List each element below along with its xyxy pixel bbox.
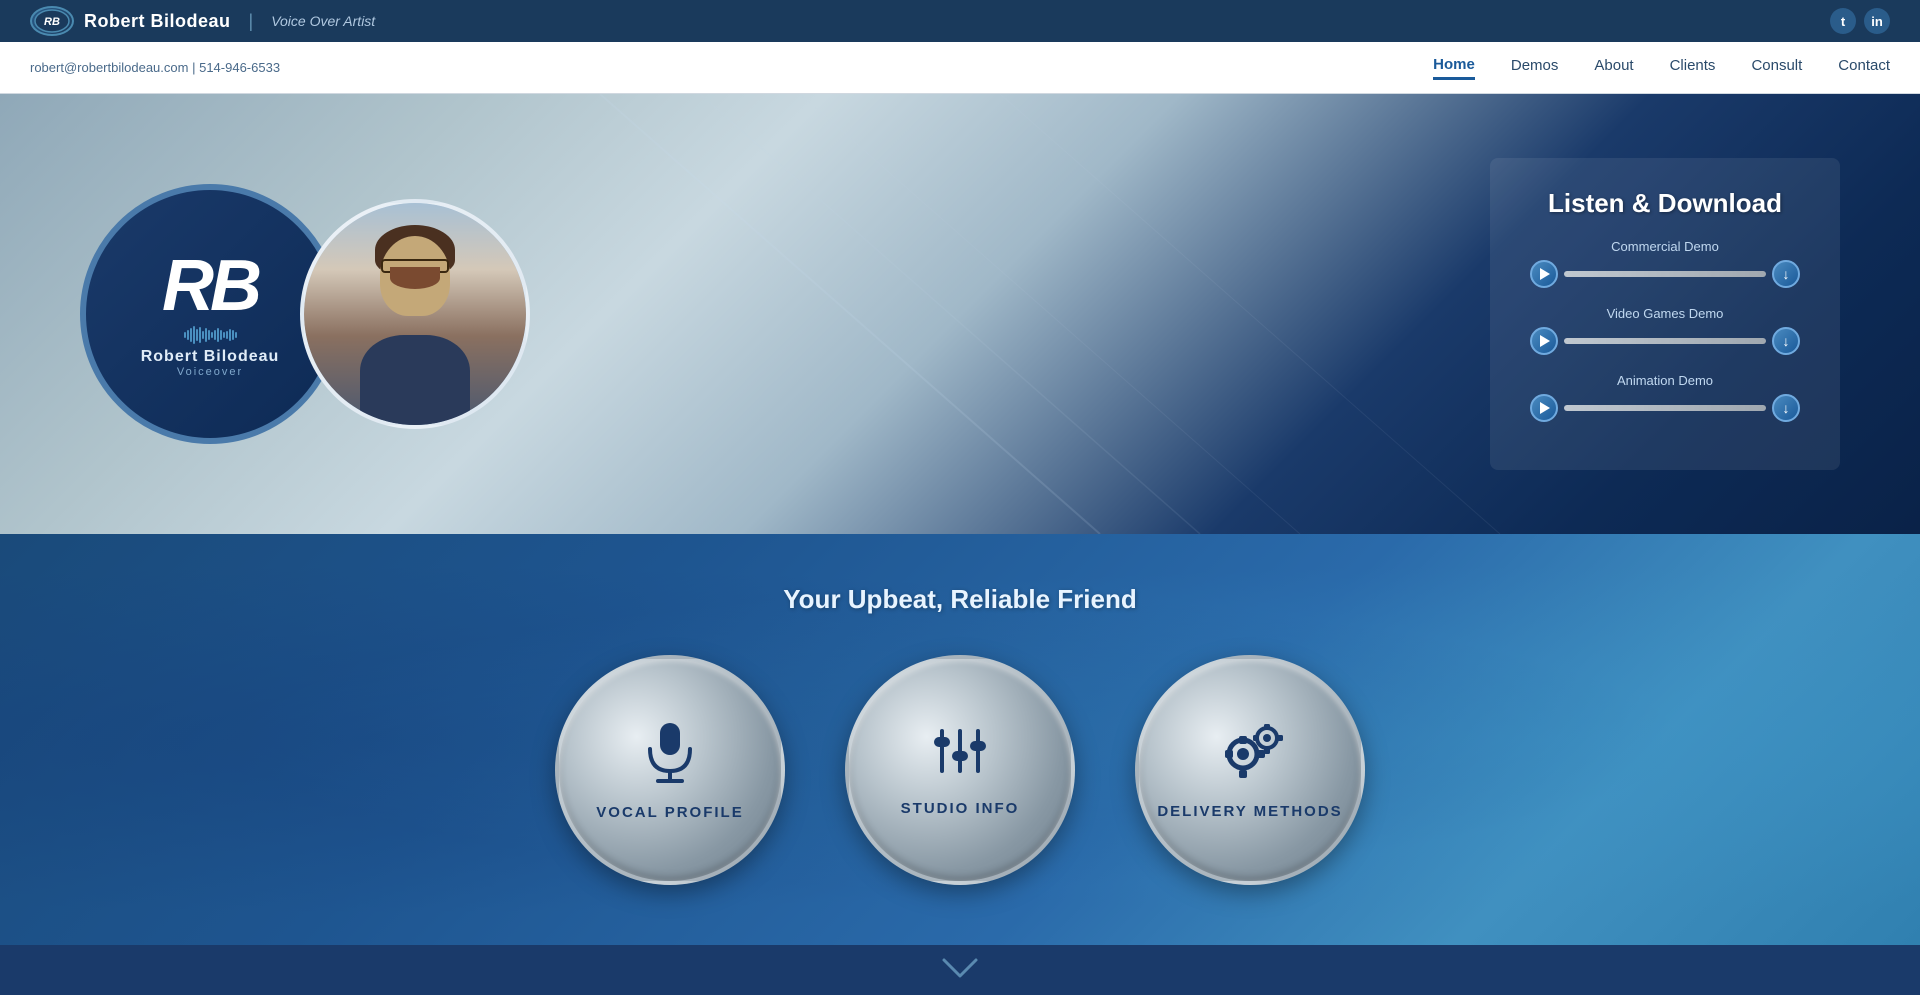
download-button-commercial[interactable]: ↓: [1772, 260, 1800, 288]
download-icon-animation: ↓: [1783, 401, 1790, 415]
vocal-profile-label: VOCAL PROFILE: [596, 804, 743, 821]
audio-bar-videogames: ↓: [1530, 327, 1800, 355]
contact-info: robert@robertbilodeau.com | 514-946-6533: [30, 60, 280, 75]
nav-about[interactable]: About: [1594, 57, 1633, 78]
download-button-animation[interactable]: ↓: [1772, 394, 1800, 422]
listen-download-panel: Listen & Download Commercial Demo ↓ Vide…: [1490, 158, 1840, 470]
person-beard: [390, 267, 440, 289]
delivery-methods-label: DELIVERY METHODS: [1157, 803, 1342, 820]
twitter-icon[interactable]: t: [1830, 8, 1856, 34]
demo-item-commercial: Commercial Demo ↓: [1530, 239, 1800, 288]
middle-section: Your Upbeat, Reliable Friend VOCAL PROFI…: [0, 534, 1920, 945]
logo-rb-text: RB: [162, 250, 258, 322]
nav-demos[interactable]: Demos: [1511, 57, 1559, 78]
linkedin-icon[interactable]: in: [1864, 8, 1890, 34]
progress-track-animation[interactable]: [1564, 405, 1766, 411]
studio-info-label: STUDIO INFO: [901, 800, 1020, 817]
site-subtitle: Voice Over Artist: [271, 13, 375, 29]
main-nav: Home Demos About Clients Consult Contact: [1433, 56, 1890, 80]
play-button-animation[interactable]: [1530, 394, 1558, 422]
nav-bar: robert@robertbilodeau.com | 514-946-6533…: [0, 42, 1920, 94]
top-bar: RB Robert Bilodeau | Voice Over Artist t…: [0, 0, 1920, 42]
name-separator: |: [249, 11, 254, 32]
listen-title: Listen & Download: [1530, 188, 1800, 219]
logo-name: Robert Bilodeau: [141, 348, 280, 366]
logo-icon: RB: [30, 6, 74, 36]
svg-text:RB: RB: [44, 16, 60, 28]
phone: 514-946-6533: [199, 60, 280, 75]
vocal-profile-button[interactable]: VOCAL PROFILE: [555, 655, 785, 885]
microphone-icon: [642, 719, 698, 792]
nav-contact[interactable]: Contact: [1838, 57, 1890, 78]
demo-item-animation: Animation Demo ↓: [1530, 373, 1800, 422]
gears-icon: [1215, 720, 1285, 791]
play-icon-videogames: [1540, 335, 1550, 347]
studio-info-button[interactable]: STUDIO INFO: [845, 655, 1075, 885]
contact-sep: |: [192, 60, 195, 75]
brand-logo: RB Robert Bilodeau | Voice Over Artist: [30, 6, 375, 36]
wave-decoration: [184, 326, 237, 344]
play-button-videogames[interactable]: [1530, 327, 1558, 355]
download-icon-commercial: ↓: [1783, 267, 1790, 281]
download-button-videogames[interactable]: ↓: [1772, 327, 1800, 355]
nav-clients[interactable]: Clients: [1670, 57, 1716, 78]
hero-branding: RB Robert B: [80, 184, 530, 444]
email: robert@robertbilodeau.com: [30, 60, 188, 75]
progress-track-videogames[interactable]: [1564, 338, 1766, 344]
social-links: t in: [1830, 8, 1890, 34]
profile-photo: [300, 199, 530, 429]
nav-consult[interactable]: Consult: [1751, 57, 1802, 78]
play-button-commercial[interactable]: [1530, 260, 1558, 288]
demo-item-videogames: Video Games Demo ↓: [1530, 306, 1800, 355]
progress-track-commercial[interactable]: [1564, 271, 1766, 277]
tagline: Your Upbeat, Reliable Friend: [0, 584, 1920, 615]
audio-bar-animation: ↓: [1530, 394, 1800, 422]
mixer-icon: [930, 723, 990, 788]
demo-label-animation: Animation Demo: [1530, 373, 1800, 388]
delivery-methods-button[interactable]: DELIVERY METHODS: [1135, 655, 1365, 885]
scroll-down-indicator: [940, 956, 980, 985]
demo-label-commercial: Commercial Demo: [1530, 239, 1800, 254]
person-head: [380, 236, 450, 316]
hero-section: RB Robert B: [0, 94, 1920, 534]
logo-vo: Voiceover: [177, 366, 243, 378]
demo-label-videogames: Video Games Demo: [1530, 306, 1800, 321]
audio-bar-commercial: ↓: [1530, 260, 1800, 288]
nav-home[interactable]: Home: [1433, 56, 1475, 80]
person-body: [360, 335, 470, 425]
play-icon-commercial: [1540, 268, 1550, 280]
download-icon-videogames: ↓: [1783, 334, 1790, 348]
site-name: Robert Bilodeau: [84, 11, 231, 32]
person-silhouette: [304, 203, 526, 425]
circles-row: VOCAL PROFILE STUDIO INFO: [0, 655, 1920, 885]
play-icon-animation: [1540, 402, 1550, 414]
bottom-strip: [0, 945, 1920, 995]
